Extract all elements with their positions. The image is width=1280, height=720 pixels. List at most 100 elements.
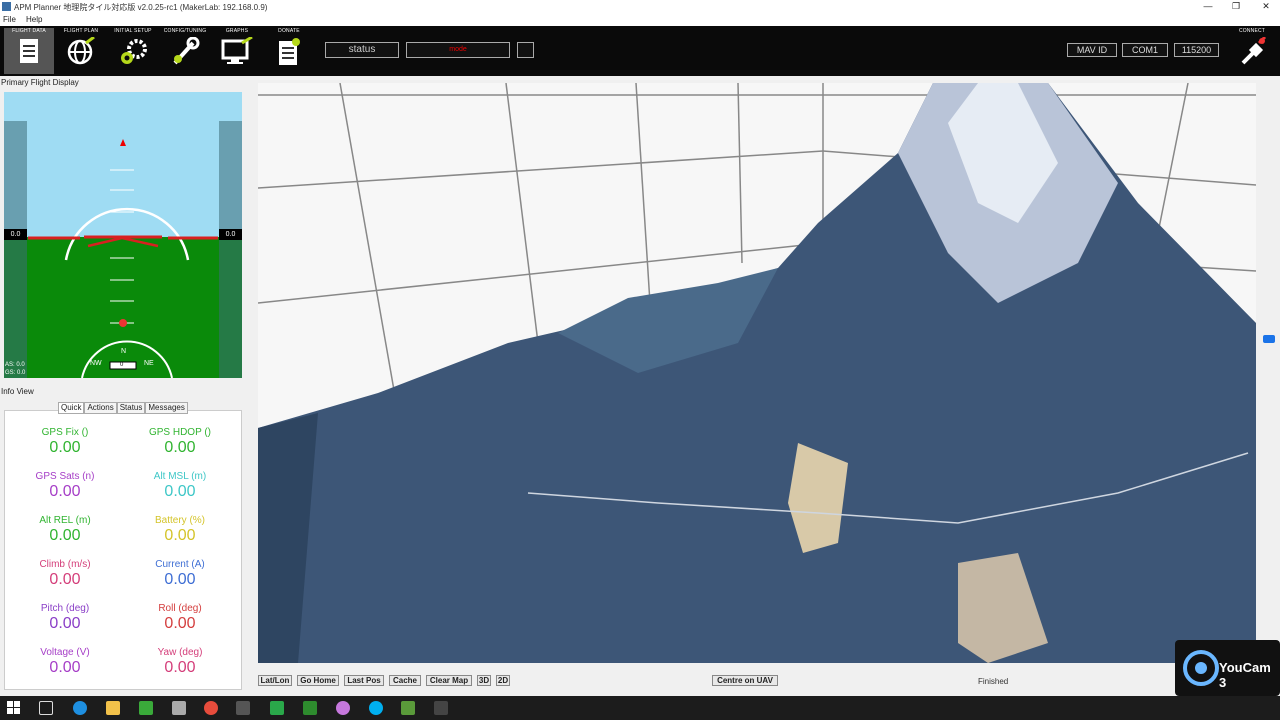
connect-button[interactable]: CONNECT: [1228, 28, 1276, 74]
status-display: status: [325, 42, 399, 58]
app-icon-green[interactable]: [139, 701, 153, 715]
metric-label: Pitch (deg): [40, 603, 90, 614]
initial-setup-button[interactable]: INITIAL SETUP: [108, 28, 158, 74]
port-select[interactable]: COM1: [1122, 43, 1168, 57]
edge-icon[interactable]: [73, 701, 87, 715]
clear-map-button[interactable]: Clear Map: [426, 675, 472, 686]
app-icon: [2, 2, 11, 11]
app-icon-mp[interactable]: [236, 701, 250, 715]
metric-value: 0.00: [164, 483, 196, 500]
initial-setup-label: INITIAL SETUP: [114, 28, 152, 34]
pfd-overlay: [28, 139, 218, 378]
excel-icon[interactable]: [303, 701, 317, 715]
airspeed-value: 0.0: [4, 229, 27, 240]
gears-icon: [121, 39, 147, 64]
donate-button[interactable]: DONATE: [264, 28, 314, 74]
map-status-text: Finished: [978, 677, 1009, 686]
metric-value: 0.00: [164, 659, 196, 676]
centre-on-uav-button[interactable]: Centre on UAV: [712, 675, 778, 686]
apm-planner-icon[interactable]: [401, 701, 415, 715]
app-icon-teal[interactable]: [270, 701, 284, 715]
3d-map-view[interactable]: [258, 83, 1256, 663]
menu-help[interactable]: Help: [26, 15, 42, 24]
baud-select[interactable]: 115200: [1174, 43, 1219, 57]
tab-actions[interactable]: Actions: [84, 402, 117, 414]
metric-9: Roll (deg) 0.00: [125, 603, 235, 633]
menu-file[interactable]: File: [3, 15, 16, 24]
metric-0: GPS Fix () 0.00: [10, 427, 120, 457]
mode-display: mode: [406, 42, 510, 58]
metric-10: Voltage (V) 0.00: [10, 647, 120, 677]
metric-4: Alt REL (m) 0.00: [10, 515, 120, 545]
close-button[interactable]: ✕: [1252, 0, 1280, 14]
metric-label: Roll (deg): [158, 603, 202, 614]
config-tuning-button[interactable]: CONFIG/TUNING: [160, 28, 210, 74]
window-titlebar: APM Planner 地理院タイル対応版 v2.0.25-rc1 (Maker…: [0, 0, 1280, 14]
main-toolbar: FLIGHT DATA FLIGHT PLAN INITIAL SETUP CO…: [0, 26, 1280, 76]
metric-label: Current (A): [155, 559, 205, 570]
metric-label: GPS HDOP (): [148, 427, 212, 438]
cache-button[interactable]: Cache: [389, 675, 421, 686]
flight-plan-button[interactable]: FLIGHT PLAN: [56, 28, 106, 74]
metric-label: GPS Fix (): [41, 427, 89, 438]
last-pos-button[interactable]: Last Pos: [344, 675, 384, 686]
youcam-overlay: YouCam 3: [1175, 640, 1280, 696]
airspeed-readout: AS: 0.0: [5, 362, 25, 368]
info-title: Info View: [1, 387, 34, 396]
metric-6: Climb (m/s) 0.00: [10, 559, 120, 589]
globe-icon: [67, 37, 95, 65]
windows-start-icon[interactable]: [7, 701, 21, 715]
3d-button[interactable]: 3D: [477, 675, 491, 686]
graphs-label: GRAPHS: [225, 28, 249, 34]
mav-id-select[interactable]: MAV ID: [1067, 43, 1117, 57]
altitude-value: 0.0: [219, 229, 242, 240]
indicator-box: [517, 42, 534, 58]
map-controls-bar: Lat/Lon Go Home Last Pos Cache Clear Map…: [250, 672, 1280, 690]
flight-data-button[interactable]: FLIGHT DATA: [4, 28, 54, 74]
lat-lon-button[interactable]: Lat/Lon: [258, 675, 292, 686]
app-icon-dark[interactable]: [434, 701, 448, 715]
info-tabs: Quick Actions Status Messages: [58, 402, 188, 414]
media-icon[interactable]: [336, 701, 350, 715]
metric-11: Yaw (deg) 0.00: [125, 647, 235, 677]
flight-data-icon: [20, 39, 38, 63]
skype-icon[interactable]: [369, 701, 383, 715]
metric-label: Battery (%): [154, 515, 205, 526]
metric-value: 0.00: [164, 439, 196, 456]
windows-taskbar: [0, 696, 1280, 720]
tab-messages[interactable]: Messages: [145, 402, 188, 414]
task-view-icon[interactable]: [39, 701, 53, 715]
file-explorer-icon[interactable]: [106, 701, 120, 715]
plug-icon: [1241, 37, 1267, 65]
chrome-icon[interactable]: [204, 701, 218, 715]
terrain-scene: [258, 83, 1256, 663]
groundspeed-readout: GS: 0.0: [5, 370, 26, 376]
2d-button[interactable]: 2D: [496, 675, 510, 686]
metric-value: 0.00: [49, 439, 81, 456]
compass-heading: 0: [120, 362, 124, 368]
tab-status[interactable]: Status: [116, 402, 146, 414]
donate-icon: [279, 38, 300, 65]
maximize-button[interactable]: ❐: [1222, 0, 1250, 14]
metric-label: GPS Sats (n): [35, 471, 95, 482]
flight-plan-label: FLIGHT PLAN: [63, 28, 99, 34]
metric-label: Climb (m/s): [39, 559, 91, 570]
metric-value: 0.00: [49, 659, 81, 676]
wrench-icon: [173, 37, 200, 65]
go-home-button[interactable]: Go Home: [297, 675, 339, 686]
menu-bar: File Help: [0, 14, 1280, 26]
metric-label: Alt REL (m): [39, 515, 91, 526]
tab-quick[interactable]: Quick: [58, 402, 85, 414]
metric-value: 0.00: [49, 615, 81, 632]
monitor-icon: [221, 37, 253, 64]
airspeed-tape: [4, 121, 27, 378]
minimize-button[interactable]: —: [1194, 0, 1222, 14]
compass-nw: NW: [90, 360, 102, 367]
metric-value: 0.00: [164, 571, 196, 588]
graphs-button[interactable]: GRAPHS: [212, 28, 262, 74]
side-collapse-tab[interactable]: [1263, 335, 1275, 343]
metric-value: 0.00: [164, 527, 196, 544]
youcam-brand: YouCam 3: [1219, 660, 1271, 690]
app-icon-gray[interactable]: [172, 701, 186, 715]
metric-2: GPS Sats (n) 0.00: [10, 471, 120, 501]
